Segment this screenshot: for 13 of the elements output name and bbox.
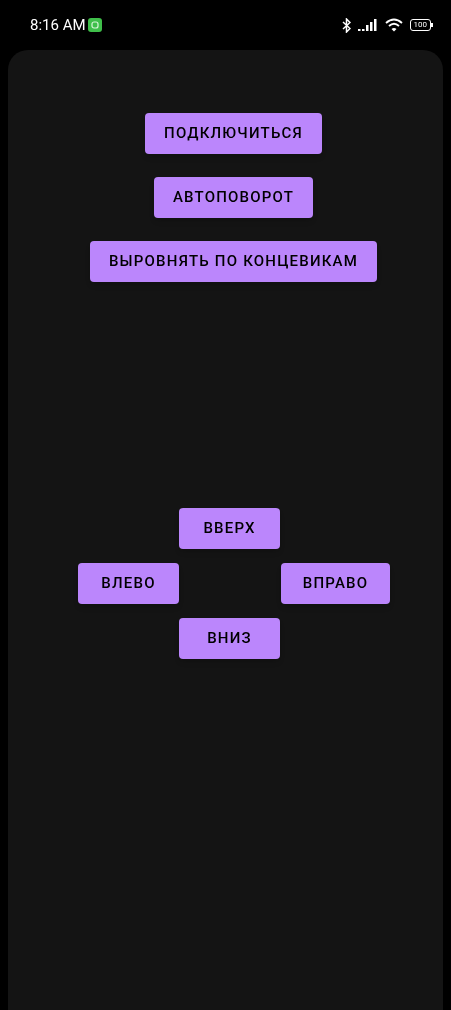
action-button[interactable]: ПОДКЛЮЧИТЬСЯ (145, 113, 322, 154)
up-button[interactable]: ВВЕРХ (179, 508, 280, 549)
signal-icon (357, 19, 378, 31)
bluetooth-icon (341, 17, 351, 33)
app-notification-icon (87, 18, 102, 32)
action-button[interactable]: АВТОПОВОРОТ (153, 177, 314, 218)
battery-icon: 100 (409, 19, 433, 31)
wifi-icon (384, 18, 403, 32)
action-button[interactable]: ВЫРОВНЯТЬ ПО КОНЦЕВИКАМ (89, 241, 378, 282)
down-button[interactable]: ВНИЗ (179, 618, 280, 659)
right-button[interactable]: ВПРАВО (281, 563, 390, 604)
left-button[interactable]: ВЛЕВО (78, 563, 179, 604)
status-time: 8:16 AM (30, 14, 86, 36)
